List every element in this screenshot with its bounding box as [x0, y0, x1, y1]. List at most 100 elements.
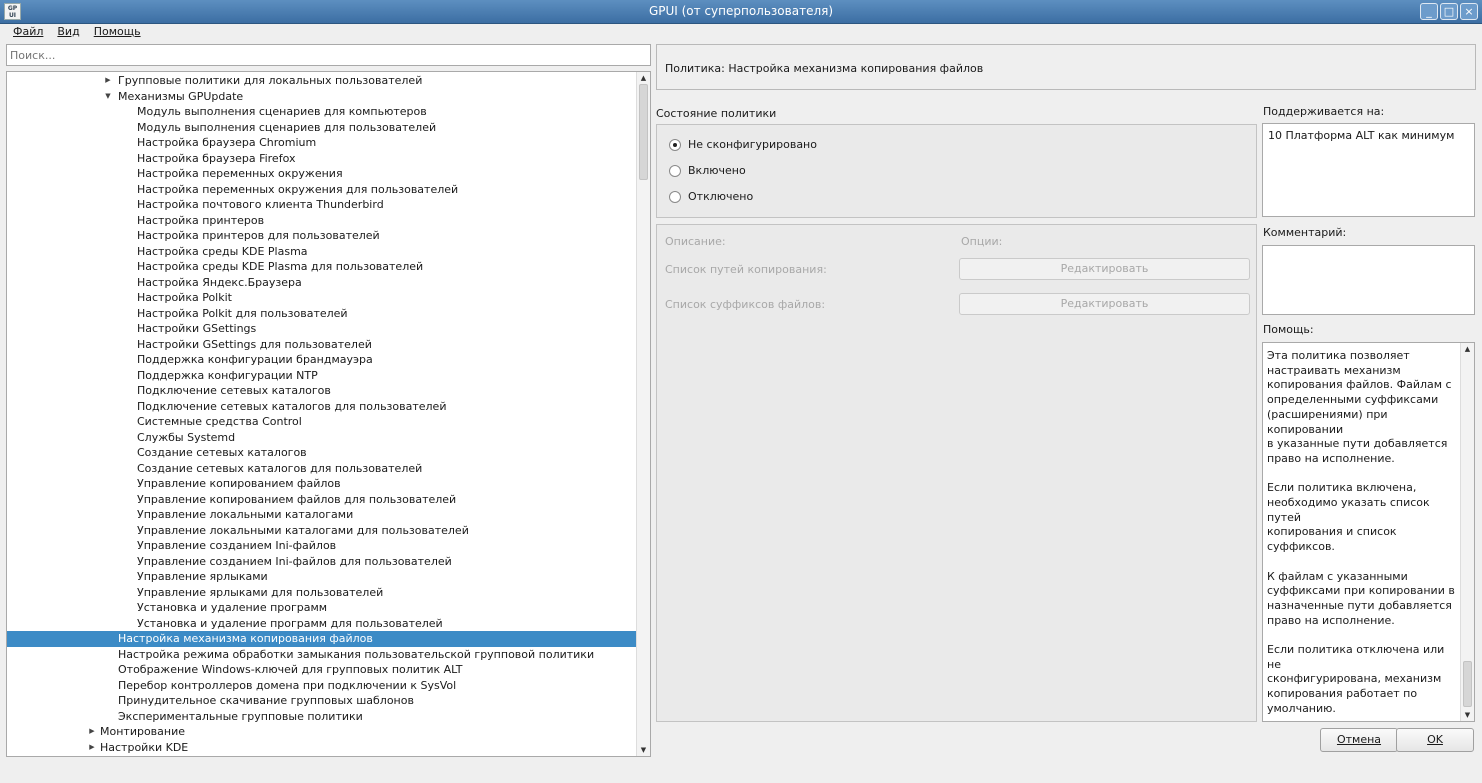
- close-button[interactable]: ×: [1460, 3, 1478, 20]
- options-label: Опции:: [961, 235, 1003, 248]
- tree-item[interactable]: Настройки GSettings для пользователей: [7, 337, 637, 353]
- tree-item[interactable]: Настройка режима обработки замыкания пол…: [7, 647, 637, 663]
- tree-item[interactable]: Модуль выполнения сценариев для компьюте…: [7, 104, 637, 120]
- tree-item-label: Настройка среды KDE Plasma: [137, 244, 308, 258]
- tree-item-label: Управление копированием файлов для польз…: [137, 492, 457, 506]
- tree-item[interactable]: Перебор контроллеров домена при подключе…: [7, 678, 637, 694]
- collapsed-arrow-icon[interactable]: ▶: [87, 755, 97, 756]
- tree-item[interactable]: Настройка переменных окружения для польз…: [7, 182, 637, 198]
- tree-item-label: Групповые политики для локальных пользов…: [118, 74, 423, 87]
- tree-item[interactable]: Настройка механизма копирования файлов: [7, 631, 637, 647]
- collapsed-arrow-icon[interactable]: ▶: [87, 724, 97, 739]
- collapsed-arrow-icon[interactable]: ▶: [87, 740, 97, 755]
- search-input[interactable]: [6, 44, 651, 66]
- expanded-arrow-icon[interactable]: ▼: [103, 89, 113, 104]
- tree-item[interactable]: Настройка Яндекс.Браузера: [7, 275, 637, 291]
- tree-item[interactable]: Поддержка конфигурации брандмауэра: [7, 352, 637, 368]
- tree-item[interactable]: Управление созданием Ini-файлов: [7, 538, 637, 554]
- tree-item[interactable]: Настройка принтеров для пользователей: [7, 228, 637, 244]
- tree-item-label: Настройка переменных окружения: [137, 167, 343, 180]
- tree-item[interactable]: Экспериментальные групповые политики: [7, 709, 637, 725]
- radio-label: Включено: [688, 164, 746, 177]
- tree-item[interactable]: ▶Настройки Mate: [7, 755, 637, 756]
- scroll-up-arrow-icon[interactable]: ▲: [637, 72, 650, 84]
- help-text-box: Эта политика позволяет настраивать механ…: [1262, 342, 1475, 722]
- menu-help[interactable]: Помощь: [94, 24, 141, 42]
- tree-item[interactable]: Подключение сетевых каталогов: [7, 383, 637, 399]
- collapsed-arrow-icon[interactable]: ▶: [103, 73, 113, 88]
- tree-item[interactable]: ▶ Монтирование: [7, 724, 637, 740]
- policy-header: Политика: Настройка механизма копировани…: [656, 44, 1476, 90]
- tree-item[interactable]: Настройки GSettings: [7, 321, 637, 337]
- tree-item-label: Настройка принтеров: [137, 213, 265, 227]
- menu-view[interactable]: Вид: [57, 24, 79, 42]
- tree-item[interactable]: Управление копированием файлов для польз…: [7, 492, 637, 508]
- window-controls: _ □ ×: [1420, 3, 1478, 20]
- tree-item[interactable]: Установка и удаление программ: [7, 600, 637, 616]
- tree-item[interactable]: Настройка браузера Chromium: [7, 135, 637, 151]
- tree-item[interactable]: Настройка почтового клиента Thunderbird: [7, 197, 637, 213]
- radio-not-configured[interactable]: Не сконфигурировано: [669, 138, 817, 151]
- tree-scrollbar[interactable]: ▲ ▼: [636, 72, 650, 756]
- tree-item[interactable]: Управление ярлыками: [7, 569, 637, 585]
- copy-paths-label: Список путей копирования:: [665, 263, 827, 276]
- tree-item[interactable]: Модуль выполнения сценариев для пользова…: [7, 120, 637, 136]
- tree-item-label: Управление локальными каталогами для пол…: [137, 523, 469, 537]
- tree-item[interactable]: Принудительное скачивание групповых шабл…: [7, 693, 637, 709]
- radio-indicator[interactable]: [669, 138, 681, 151]
- scroll-down-arrow-icon[interactable]: ▼: [1461, 709, 1474, 721]
- tree-item-label: Системные средства Control: [137, 415, 302, 428]
- tree-item[interactable]: Подключение сетевых каталогов для пользо…: [7, 399, 637, 415]
- tree-item[interactable]: Настройка Polkit для пользователей: [7, 306, 637, 322]
- ok-label: OK: [1427, 733, 1443, 746]
- tree-item[interactable]: Системные средства Control: [7, 414, 637, 430]
- tree-item[interactable]: Службы Systemd: [7, 430, 637, 446]
- tree-item-label: Поддержка конфигурации NTP: [137, 368, 318, 382]
- tree-item[interactable]: Отображение Windows-ключей для групповых…: [7, 662, 637, 678]
- help-scrollbar[interactable]: ▲ ▼: [1460, 343, 1474, 721]
- tree-item[interactable]: Управление локальными каталогами: [7, 507, 637, 523]
- tree-item-label: Модуль выполнения сценариев для пользова…: [137, 120, 437, 134]
- tree-item-label: Управление ярлыками для пользователей: [137, 585, 384, 599]
- maximize-button[interactable]: □: [1440, 3, 1458, 20]
- tree-item[interactable]: Настройка Polkit: [7, 290, 637, 306]
- tree-item[interactable]: Настройка среды KDE Plasma для пользоват…: [7, 259, 637, 275]
- tree-item[interactable]: Настройка среды KDE Plasma: [7, 244, 637, 260]
- ok-button[interactable]: OK: [1396, 728, 1474, 752]
- comment-field[interactable]: [1262, 245, 1475, 315]
- tree-item[interactable]: ▼ Механизмы GPUpdate: [7, 89, 637, 105]
- tree-item[interactable]: Настройка переменных окружения: [7, 166, 637, 182]
- tree-item[interactable]: Поддержка конфигурации NTP: [7, 368, 637, 384]
- tree-item[interactable]: Управление локальными каталогами для пол…: [7, 523, 637, 539]
- tree-item-label: Настройка принтеров для пользователей: [137, 229, 380, 242]
- tree-item[interactable]: Управление ярлыками для пользователей: [7, 585, 637, 601]
- scroll-thumb[interactable]: [1463, 661, 1472, 707]
- tree-item[interactable]: ▶ Настройки KDE: [7, 740, 637, 756]
- radio-indicator[interactable]: [669, 190, 681, 203]
- radio-label: Не сконфигурировано: [688, 138, 817, 151]
- minimize-button[interactable]: _: [1420, 3, 1438, 20]
- tree-item[interactable]: Настройка браузера Firefox: [7, 151, 637, 167]
- tree-item[interactable]: Настройка принтеров: [7, 213, 637, 229]
- policy-tree[interactable]: ▶Настройки Mate▶Настройки KDE▶Монтирован…: [6, 71, 651, 757]
- tree-item[interactable]: Создание сетевых каталогов для пользоват…: [7, 461, 637, 477]
- scroll-down-arrow-icon[interactable]: ▼: [637, 744, 650, 756]
- edit-copy-paths-button[interactable]: Редактировать: [959, 258, 1250, 280]
- edit-suffixes-button[interactable]: Редактировать: [959, 293, 1250, 315]
- radio-indicator[interactable]: [669, 164, 681, 177]
- tree-item[interactable]: Управление копированием файлов: [7, 476, 637, 492]
- tree-item-label: Настройка режима обработки замыкания пол…: [118, 647, 595, 661]
- tree-item[interactable]: Создание сетевых каталогов: [7, 445, 637, 461]
- radio-disabled[interactable]: Отключено: [669, 190, 753, 203]
- tree-item-label: Настройка Яндекс.Браузера: [137, 275, 302, 289]
- tree-item-label: Настройка почтового клиента Thunderbird: [137, 198, 384, 211]
- scroll-up-arrow-icon[interactable]: ▲: [1461, 343, 1474, 355]
- tree-item[interactable]: Управление созданием Ini-файлов для поль…: [7, 554, 637, 570]
- tree-item[interactable]: ▶ Групповые политики для локальных пользо…: [7, 73, 637, 89]
- cancel-button[interactable]: Отмена: [1320, 728, 1398, 752]
- tree-item[interactable]: Установка и удаление программ для пользо…: [7, 616, 637, 632]
- menu-file[interactable]: Файл: [13, 24, 43, 42]
- tree-item-label: Управление ярлыками: [137, 570, 268, 583]
- scroll-thumb[interactable]: [639, 84, 648, 180]
- radio-enabled[interactable]: Включено: [669, 164, 746, 177]
